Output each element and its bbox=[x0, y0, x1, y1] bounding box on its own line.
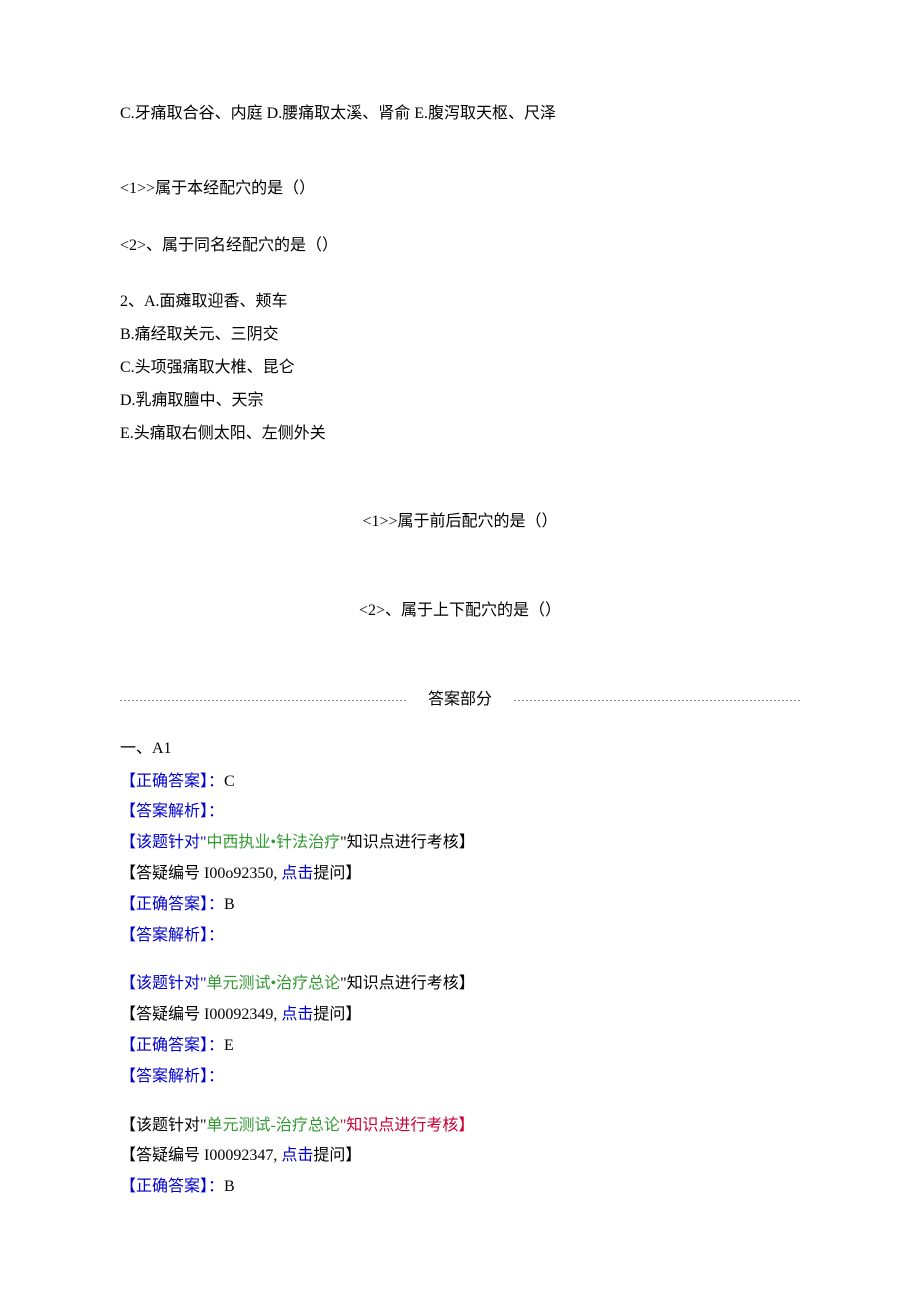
answer-header-text: 答案部分 bbox=[428, 691, 492, 708]
click-link[interactable]: 点击 bbox=[281, 865, 313, 882]
analysis-label: 【答案解析】： bbox=[120, 798, 800, 827]
qnum-close: 提问】 bbox=[313, 1006, 361, 1023]
qnum-open: 【答疑编号 bbox=[120, 1147, 204, 1164]
click-link[interactable]: 点击 bbox=[281, 1147, 313, 1164]
answer-block-2: 【该题针对"单元测试•治疗总论"知识点进行考核】 【答疑编号 I00092349… bbox=[120, 970, 800, 1091]
correct-label: 【正确答案】： bbox=[120, 773, 224, 790]
q2-optE: E.头痛取右侧太阳、左侧外关 bbox=[120, 420, 800, 449]
correct-value: E bbox=[224, 1037, 234, 1054]
correct-label: 【正确答案】： bbox=[120, 896, 224, 913]
q2-label: 2、A.面瘫取迎香、颊车 bbox=[120, 288, 800, 317]
topic-close: "知识点进行考核】 bbox=[340, 834, 475, 851]
qnum-value: I00092347 bbox=[204, 1147, 273, 1164]
topic-open: 【该题针对" bbox=[120, 975, 207, 992]
q2-block: 2、A.面瘫取迎香、颊车 B.痛经取关元、三阴交 C.头项强痛取大椎、昆仑 D.… bbox=[120, 288, 800, 448]
analysis-label: 【答案解析】： bbox=[120, 922, 800, 951]
qnum-line: 【答疑编号 I00o92350, 点击提问】 bbox=[120, 860, 800, 889]
correct-label: 【正确答案】： bbox=[120, 1037, 224, 1054]
correct-label: 【正确答案】： bbox=[120, 1178, 224, 1195]
qnum-line: 【答疑编号 I00092349, 点击提问】 bbox=[120, 1001, 800, 1030]
qnum-open: 【答疑编号 bbox=[120, 1006, 204, 1023]
q1-sub1: <1>>属于本经配穴的是（） bbox=[120, 175, 800, 204]
topic-text: 单元测试•治疗总论 bbox=[207, 975, 341, 992]
answer-section-header: 答案部分 bbox=[120, 686, 800, 715]
analysis-label: 【答案解析】： bbox=[120, 1063, 800, 1092]
qnum-open: 【答疑编号 bbox=[120, 865, 204, 882]
qnum-close: 提问】 bbox=[313, 865, 361, 882]
qnum-close: 提问】 bbox=[313, 1147, 361, 1164]
section-a1-label: 一、A1 bbox=[120, 735, 800, 764]
q2-optC: C.头项强痛取大椎、昆仑 bbox=[120, 354, 800, 383]
topic-open: 【该题针对" bbox=[120, 834, 207, 851]
topic-line: 【该题针对"单元测试•治疗总论"知识点进行考核】 bbox=[120, 970, 800, 999]
correct-answer-line: 【正确答案】：B bbox=[120, 1173, 800, 1202]
click-link[interactable]: 点击 bbox=[281, 1006, 313, 1023]
document-body: C.牙痛取合谷、内庭 D.腰痛取太溪、肾俞 E.腹泻取天枢、尺泽 <1>>属于本… bbox=[120, 100, 800, 1202]
qnum-value: I00092349 bbox=[204, 1006, 273, 1023]
topic-open-black: 【该题针对" bbox=[120, 1117, 207, 1134]
qnum-line: 【答疑编号 I00092347, 点击提问】 bbox=[120, 1142, 800, 1171]
q1-sub2: <2>、属于同名经配穴的是（） bbox=[120, 232, 800, 261]
correct-answer-line: 【正确答案】：B bbox=[120, 891, 800, 920]
answer-block-3: 【该题针对"单元测试-治疗总论"知识点进行考核】 【答疑编号 I00092347… bbox=[120, 1112, 800, 1202]
qnum-value: I00o92350 bbox=[204, 865, 273, 882]
topic-line: 【该题针对"单元测试-治疗总论"知识点进行考核】 bbox=[120, 1112, 800, 1141]
topic-text: 单元测试-治疗总论 bbox=[207, 1117, 340, 1134]
topic-line: 【该题针对"中西执业•针法治疗"知识点进行考核】 bbox=[120, 829, 800, 858]
answer-block-1: 【正确答案】：C 【答案解析】： 【该题针对"中西执业•针法治疗"知识点进行考核… bbox=[120, 768, 800, 951]
q2-sub2: <2>、属于上下配穴的是（） bbox=[120, 597, 800, 626]
topic-close: "知识点进行考核】 bbox=[340, 975, 475, 992]
q2-optB: B.痛经取关元、三阴交 bbox=[120, 321, 800, 350]
q1-options-cde: C.牙痛取合谷、内庭 D.腰痛取太溪、肾俞 E.腹泻取天枢、尺泽 bbox=[120, 100, 800, 129]
correct-value: C bbox=[224, 773, 235, 790]
correct-answer-line: 【正确答案】：C bbox=[120, 768, 800, 797]
q2-sub1: <1>>属于前后配穴的是（） bbox=[120, 508, 800, 537]
correct-value: B bbox=[224, 896, 235, 913]
q2-optD: D.乳痈取膻中、天宗 bbox=[120, 387, 800, 416]
topic-close-red: "知识点进行考核】 bbox=[340, 1117, 475, 1134]
topic-text: 中西执业•针法治疗 bbox=[207, 834, 341, 851]
correct-value: B bbox=[224, 1178, 235, 1195]
correct-answer-line: 【正确答案】：E bbox=[120, 1032, 800, 1061]
